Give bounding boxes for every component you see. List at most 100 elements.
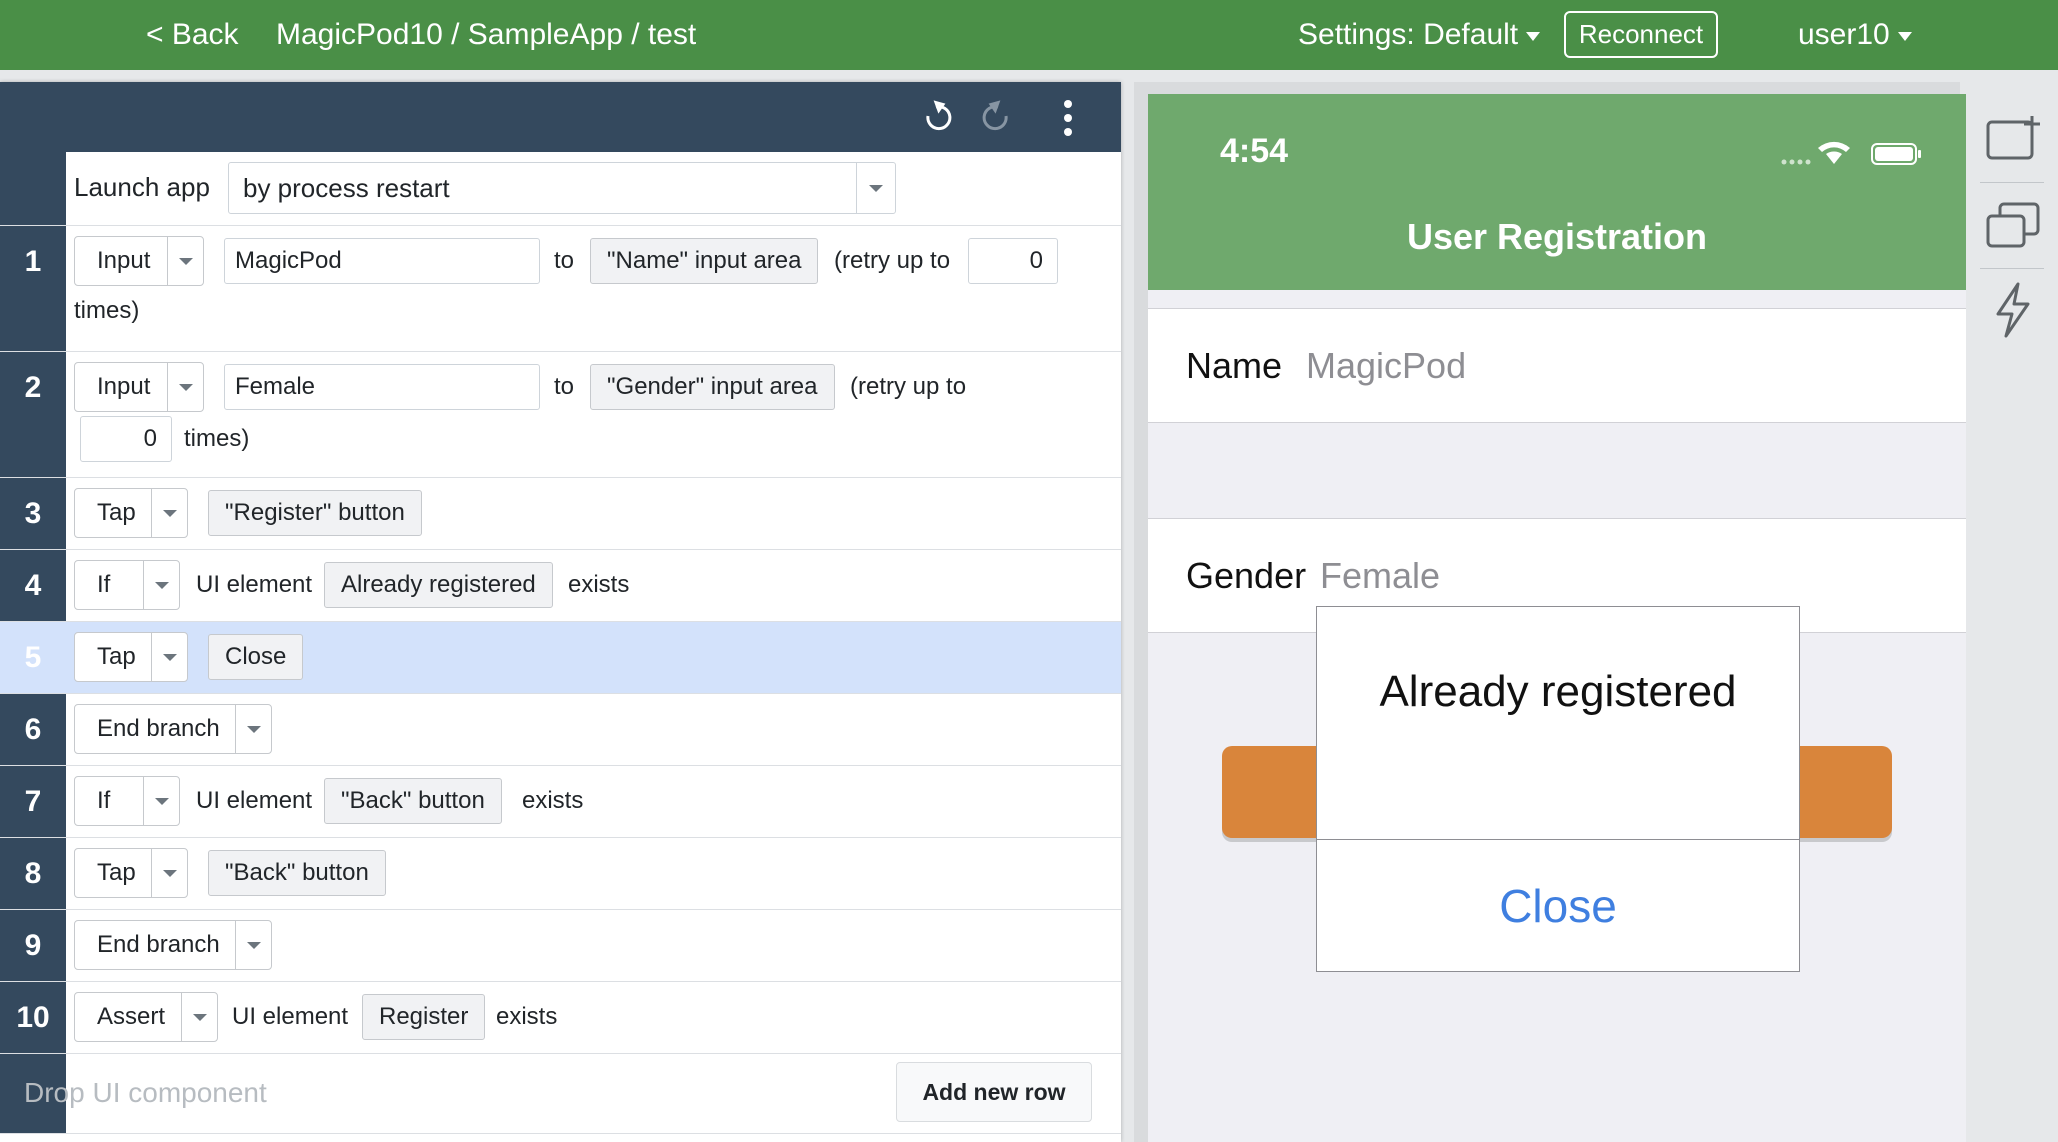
- chevron-down-icon: [143, 777, 179, 825]
- reconnect-button[interactable]: Reconnect: [1564, 11, 1718, 58]
- row-number: 5: [24, 641, 42, 674]
- launch-mode-value: by process restart: [243, 173, 450, 203]
- target-element[interactable]: "Back" button: [324, 778, 502, 824]
- ui-element-label: UI element: [196, 787, 313, 814]
- value-input[interactable]: MagicPod: [224, 238, 540, 284]
- command-select[interactable]: Tap: [74, 488, 188, 538]
- redo-icon[interactable]: [974, 96, 1018, 140]
- drop-zone-row: Drop UI component Add new row: [0, 1054, 1121, 1134]
- step-row-5[interactable]: 5 Tap Close: [0, 622, 1121, 694]
- ui-element-label: UI element: [196, 571, 313, 598]
- command-select[interactable]: Input: [74, 362, 204, 412]
- row-number: 10: [16, 1001, 50, 1034]
- device-tool-strip: [1966, 82, 2058, 1142]
- screens-icon[interactable]: [1984, 196, 2044, 256]
- signal-icon: [1781, 159, 1811, 165]
- step-row-7: 7 If UI element "Back" button exists: [0, 766, 1121, 838]
- step-row-3: 3 Tap "Register" button: [0, 478, 1121, 550]
- row-number: 2: [24, 371, 42, 404]
- back-link[interactable]: < Back: [146, 0, 239, 70]
- settings-dropdown[interactable]: Settings: Default: [1298, 0, 1541, 70]
- add-screen-icon[interactable]: [1984, 112, 2044, 172]
- device-screen[interactable]: 4:54 User Registration Name MagicPod Gen…: [1148, 94, 1966, 1142]
- step-row-6: 6 End branch: [0, 694, 1121, 766]
- times-label: times): [184, 425, 250, 452]
- user-menu[interactable]: user10: [1798, 0, 1912, 70]
- command-label: Tap: [97, 859, 136, 886]
- target-element[interactable]: "Gender" input area: [590, 364, 835, 410]
- target-element[interactable]: "Name" input area: [590, 238, 819, 284]
- target-element[interactable]: "Register" button: [208, 490, 422, 536]
- gender-label: Gender: [1186, 555, 1307, 596]
- target-element[interactable]: Register: [362, 994, 486, 1040]
- alert-title: Already registered: [1379, 667, 1737, 716]
- command-label: End branch: [97, 715, 220, 742]
- row-number: 1: [24, 245, 42, 278]
- top-bar: < Back MagicPod10 / SampleApp / test Set…: [0, 0, 2058, 70]
- chevron-down-icon: [167, 363, 203, 411]
- command-select[interactable]: If: [74, 560, 180, 610]
- target-element[interactable]: "Back" button: [208, 850, 386, 896]
- chevron-down-icon: [235, 705, 271, 753]
- exists-label: exists: [522, 787, 584, 814]
- status-time: 4:54: [1220, 132, 1289, 170]
- command-select[interactable]: Assert: [74, 992, 218, 1042]
- editor-toolbar: [0, 82, 1121, 152]
- command-label: Input: [97, 373, 151, 400]
- step-row-2: 2 Input Female to "Gender" input area (r…: [0, 352, 1121, 478]
- row-number: 9: [24, 929, 42, 962]
- step-row-8: 8 Tap "Back" button: [0, 838, 1121, 910]
- drop-ui-component-placeholder[interactable]: Drop UI component: [24, 1054, 267, 1132]
- chevron-down-icon: [167, 237, 203, 285]
- step-row-10: 10 Assert UI element Register exists: [0, 982, 1121, 1054]
- launch-row: Launch app by process restart: [0, 152, 1121, 226]
- row-number: 7: [24, 785, 42, 818]
- status-icons: [1781, 141, 1921, 165]
- chevron-down-icon: [181, 993, 217, 1041]
- alert-dialog: Already registered Close: [1316, 606, 1800, 972]
- battery-icon: [1871, 143, 1921, 165]
- step-row-4: 4 If UI element Already registered exist…: [0, 550, 1121, 622]
- launch-mode-select[interactable]: by process restart: [228, 162, 896, 214]
- settings-label: Settings: Default: [1298, 18, 1519, 51]
- command-select[interactable]: End branch: [74, 704, 272, 754]
- retry-count-input[interactable]: 0: [80, 416, 172, 462]
- chevron-down-icon: [856, 163, 895, 213]
- undo-icon[interactable]: [916, 96, 960, 140]
- command-select[interactable]: Input: [74, 236, 204, 286]
- name-label: Name: [1186, 345, 1283, 386]
- alert-close-button[interactable]: Close: [1317, 840, 1799, 972]
- retry-label: (retry up to: [834, 247, 951, 274]
- target-element[interactable]: Close: [208, 634, 304, 680]
- app-navbar: 4:54 User Registration: [1148, 94, 1966, 290]
- command-select[interactable]: End branch: [74, 920, 272, 970]
- lightning-icon[interactable]: [1984, 280, 2044, 340]
- row-number: 6: [24, 713, 42, 746]
- step-row-9: 9 End branch: [0, 910, 1121, 982]
- target-element[interactable]: Already registered: [324, 562, 553, 608]
- times-label: times): [74, 297, 140, 324]
- chevron-down-icon: [151, 633, 187, 681]
- command-select[interactable]: Tap: [74, 632, 188, 682]
- row-number: 8: [24, 857, 42, 890]
- chevron-down-icon: [235, 921, 271, 969]
- more-vertical-icon[interactable]: [1046, 96, 1090, 140]
- command-select[interactable]: If: [74, 776, 180, 826]
- add-new-row-button[interactable]: Add new row: [896, 1062, 1092, 1122]
- retry-label: (retry up to: [850, 373, 967, 400]
- name-cell[interactable]: Name MagicPod: [1148, 308, 1966, 423]
- chevron-down-icon: [1526, 31, 1541, 41]
- retry-count-input[interactable]: 0: [968, 238, 1058, 284]
- command-label: If: [97, 571, 111, 598]
- value-input[interactable]: Female: [224, 364, 540, 410]
- row-number: 4: [24, 569, 42, 602]
- name-value[interactable]: MagicPod: [1306, 309, 1466, 422]
- command-label: Tap: [97, 499, 136, 526]
- row-number: 3: [24, 497, 42, 530]
- command-label: Input: [97, 247, 151, 274]
- command-select[interactable]: Tap: [74, 848, 188, 898]
- ui-element-label: UI element: [232, 1003, 349, 1030]
- user-name: user10: [1798, 18, 1890, 51]
- launch-label: Launch app: [74, 172, 210, 202]
- tool-divider: [1980, 268, 2044, 269]
